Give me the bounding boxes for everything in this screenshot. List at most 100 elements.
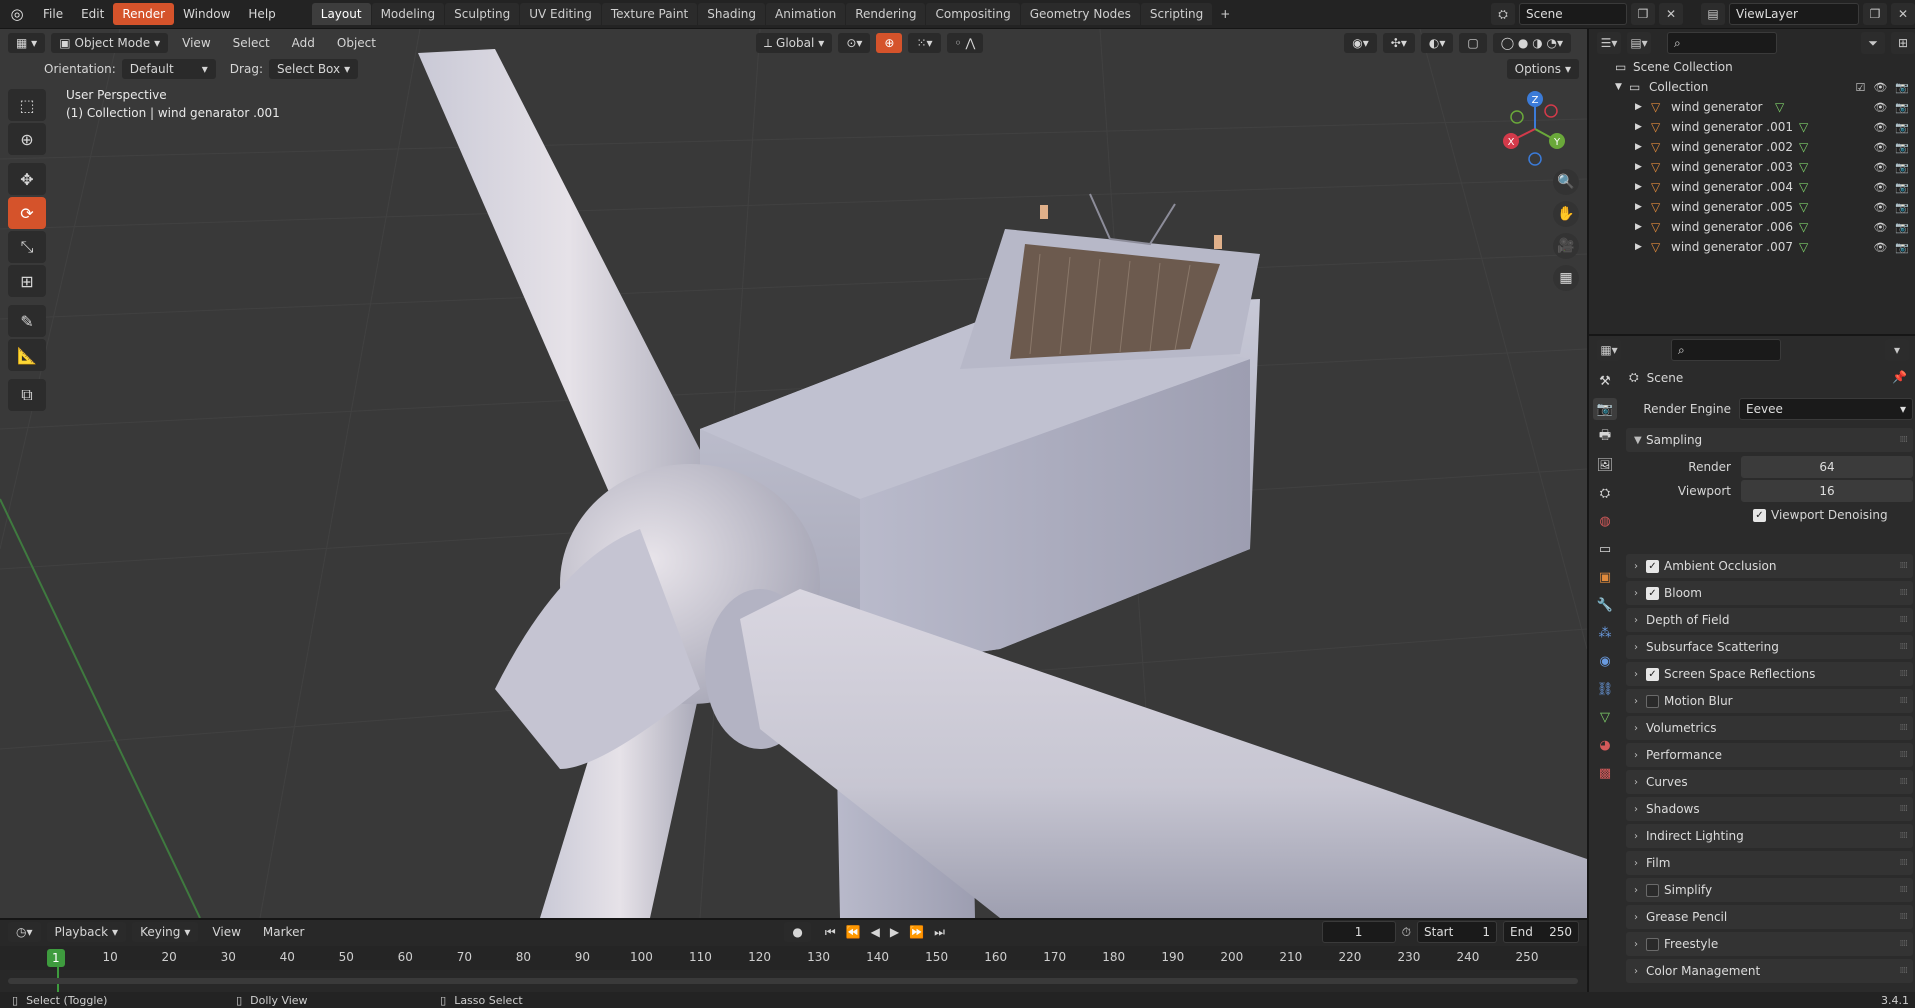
properties-search-input[interactable]: ⌕: [1671, 339, 1781, 361]
list-item[interactable]: ▶ ▽ wind generator ▽ 👁 📷: [1589, 97, 1915, 117]
properties-editor-icon[interactable]: ▦▾: [1597, 339, 1621, 361]
camera-icon[interactable]: 📷: [1895, 181, 1909, 194]
checkbox-icon[interactable]: ✓: [1646, 667, 1659, 681]
checkbox-icon[interactable]: [1646, 883, 1659, 897]
menu-edit[interactable]: Edit: [72, 3, 113, 25]
chevron-down-icon[interactable]: ▼: [1615, 82, 1622, 92]
tab-compositing[interactable]: Compositing: [926, 3, 1020, 25]
timeline-editor-icon[interactable]: ◷▾: [8, 922, 41, 942]
menu-select[interactable]: Select: [225, 33, 278, 53]
jump-start-icon[interactable]: ⏮: [825, 922, 836, 942]
drag-handle-icon[interactable]: ⁞⁞⁞⁞: [1900, 588, 1909, 598]
settings-panel-header[interactable]: › Color Management ⁞⁞⁞⁞: [1626, 959, 1913, 983]
scene-icon[interactable]: ⛭: [1491, 3, 1515, 25]
scene-collection-row[interactable]: ▭ Scene Collection: [1589, 57, 1915, 77]
scene-field[interactable]: Scene: [1519, 3, 1627, 25]
drag-handle-icon[interactable]: ⁞⁞⁞⁞: [1900, 858, 1909, 868]
drag-handle-icon[interactable]: ⁞⁞⁞⁞: [1900, 615, 1909, 625]
frame-ruler[interactable]: 1 10 20 30 40 50 60 70 80 90 100 110 120 130 140 150 16…: [0, 946, 1587, 997]
drag-handle-icon[interactable]: ⁞⁞⁞⁞: [1900, 750, 1909, 760]
camera-icon[interactable]: 📷: [1895, 161, 1909, 174]
eye-icon[interactable]: 👁: [1873, 201, 1887, 214]
play-icon[interactable]: ▶: [890, 922, 899, 942]
end-frame-field[interactable]: End 250: [1503, 921, 1579, 943]
chevron-right-icon[interactable]: ▶: [1635, 202, 1642, 212]
settings-panel-header[interactable]: › ✓ Screen Space Reflections ⁞⁞⁞⁞: [1626, 662, 1913, 686]
jump-end-icon[interactable]: ⏭: [934, 922, 945, 942]
menu-object[interactable]: Object: [329, 33, 384, 53]
constraints-tab-icon[interactable]: ⛓: [1593, 678, 1617, 700]
chevron-right-icon[interactable]: ▶: [1635, 242, 1642, 252]
start-frame-field[interactable]: Start 1: [1417, 921, 1497, 943]
drag-handle-icon[interactable]: ⁞⁞⁞⁞: [1900, 939, 1909, 949]
eye-icon[interactable]: 👁: [1873, 141, 1887, 154]
checkbox-icon[interactable]: ✓: [1646, 559, 1659, 573]
proportional-edit-toggle[interactable]: ◦ ⋀: [946, 33, 984, 53]
outliner-editor-icon[interactable]: ☰▾: [1597, 32, 1621, 54]
blender-logo-icon[interactable]: ◎: [0, 0, 34, 29]
eye-icon[interactable]: 👁: [1873, 181, 1887, 194]
cursor-tool[interactable]: ⊕: [8, 123, 46, 155]
drag-handle-icon[interactable]: ⁞⁞⁞⁞: [1900, 561, 1909, 571]
options-dropdown[interactable]: Options ▾: [1506, 59, 1579, 79]
filter-icon[interactable]: ⏷: [1861, 32, 1885, 54]
clock-icon[interactable]: ⏱: [1402, 925, 1411, 940]
menu-add[interactable]: Add: [284, 33, 323, 53]
tab-modeling[interactable]: Modeling: [371, 3, 445, 25]
drag-handle-icon[interactable]: ⁞⁞⁞⁞: [1900, 966, 1909, 976]
gizmo-toggle[interactable]: ✣▾: [1382, 33, 1415, 53]
checkbox-icon[interactable]: ☑: [1855, 81, 1865, 94]
chevron-down-icon[interactable]: ▾: [1885, 339, 1909, 361]
settings-panel-header[interactable]: › ✓ Ambient Occlusion ⁞⁞⁞⁞: [1626, 554, 1913, 578]
chevron-right-icon[interactable]: ▶: [1635, 222, 1642, 232]
settings-panel-header[interactable]: › Shadows ⁞⁞⁞⁞: [1626, 797, 1913, 821]
drag-handle-icon[interactable]: ⁞⁞⁞⁞: [1900, 804, 1909, 814]
tab-uv-editing[interactable]: UV Editing: [520, 3, 601, 25]
play-reverse-icon[interactable]: ◀: [871, 922, 880, 942]
settings-panel-header[interactable]: › Curves ⁞⁞⁞⁞: [1626, 770, 1913, 794]
list-item[interactable]: ▶ ▽ wind generator .007 ▽ 👁 📷: [1589, 237, 1915, 257]
camera-icon[interactable]: 📷: [1895, 201, 1909, 214]
snap-target-dropdown[interactable]: ⁙▾: [908, 33, 941, 53]
zoom-icon[interactable]: 🔍: [1553, 169, 1579, 195]
drag-handle-icon[interactable]: ⁞⁞⁞⁞: [1900, 435, 1909, 445]
tab-sculpting[interactable]: Sculpting: [445, 3, 520, 25]
marker-menu[interactable]: Marker: [255, 922, 312, 942]
camera-icon[interactable]: 📷: [1895, 81, 1909, 94]
ortho-grid-icon[interactable]: ▦: [1553, 265, 1579, 291]
add-workspace-button[interactable]: +: [1215, 4, 1235, 24]
data-tab-icon[interactable]: ▽: [1593, 706, 1617, 728]
shading-modes[interactable]: ◯ ● ◑ ◔▾: [1492, 33, 1571, 53]
eye-icon[interactable]: 👁: [1873, 161, 1887, 174]
particles-tab-icon[interactable]: ⁂: [1593, 622, 1617, 644]
tool-tab-icon[interactable]: ⚒: [1593, 370, 1617, 392]
pin-icon[interactable]: 📌: [1892, 370, 1907, 384]
snap-toggle[interactable]: ⊕: [876, 33, 903, 53]
menu-window[interactable]: Window: [174, 3, 239, 25]
checkbox-icon[interactable]: [1646, 694, 1659, 708]
settings-panel-header[interactable]: › Subsurface Scattering ⁞⁞⁞⁞: [1626, 635, 1913, 659]
chevron-right-icon[interactable]: ▶: [1635, 102, 1642, 112]
3d-viewport[interactable]: ▦ ▾ ▣ Object Mode ▾ View Select Add Object…: [0, 29, 1587, 918]
viewlayer-icon[interactable]: ▤: [1701, 3, 1725, 25]
menu-help[interactable]: Help: [239, 3, 284, 25]
chevron-right-icon[interactable]: ▶: [1635, 182, 1642, 192]
texture-tab-icon[interactable]: ▩: [1593, 762, 1617, 784]
add-cube-tool[interactable]: ⧉: [8, 379, 46, 411]
drag-handle-icon[interactable]: ⁞⁞⁞⁞: [1900, 885, 1909, 895]
settings-panel-header[interactable]: › Volumetrics ⁞⁞⁞⁞: [1626, 716, 1913, 740]
settings-panel-header[interactable]: › Freestyle ⁞⁞⁞⁞: [1626, 932, 1913, 956]
rotate-tool[interactable]: ⟳: [8, 197, 46, 229]
tab-layout[interactable]: Layout: [311, 3, 371, 25]
tab-texture-paint[interactable]: Texture Paint: [601, 3, 698, 25]
transform-tool[interactable]: ⊞: [8, 265, 46, 297]
timeline-scrollbar[interactable]: [8, 978, 1578, 984]
prev-keyframe-icon[interactable]: ⏪: [846, 922, 861, 942]
pan-hand-icon[interactable]: ✋: [1553, 201, 1579, 227]
list-item[interactable]: ▶ ▽ wind generator .005 ▽ 👁 📷: [1589, 197, 1915, 217]
settings-panel-header[interactable]: › ✓ Bloom ⁞⁞⁞⁞: [1626, 581, 1913, 605]
orientation-dropdown[interactable]: Default ▾: [121, 59, 216, 79]
checkbox-icon[interactable]: [1646, 937, 1659, 951]
tab-shading[interactable]: Shading: [698, 3, 765, 25]
drag-handle-icon[interactable]: ⁞⁞⁞⁞: [1900, 723, 1909, 733]
